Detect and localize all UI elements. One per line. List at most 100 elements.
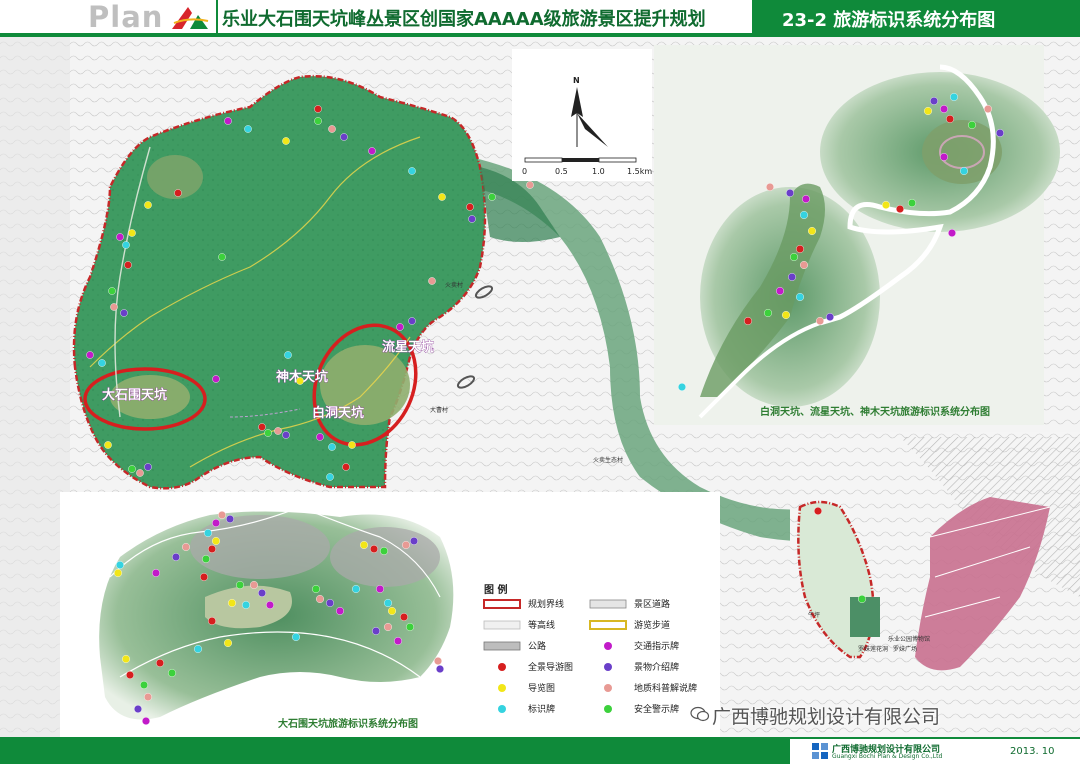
- legend-symbol-road: [589, 599, 627, 609]
- sign-dot: [282, 137, 290, 145]
- legend-label: 景物介绍牌: [634, 661, 679, 673]
- sign-dot: [241, 601, 250, 610]
- sign-dot: [408, 317, 416, 325]
- sign-dot: [776, 286, 785, 295]
- sign-dot: [136, 469, 144, 477]
- legend-label: 全景导游图: [528, 661, 573, 673]
- sign-dot: [296, 377, 304, 385]
- legend-label: 等高线: [528, 619, 555, 631]
- legend-label: 规划界线: [528, 598, 564, 610]
- sign-dot: [151, 569, 160, 578]
- svg-text:乐业公园博物馆: 乐业公园博物馆: [888, 635, 930, 643]
- svg-text:罗妹莲花洞: 罗妹莲花洞: [858, 645, 888, 653]
- sign-dot: [434, 657, 443, 666]
- caption-bottom-left: 大石围天坑旅游标识系统分布图: [278, 717, 418, 730]
- sign-dot: [678, 383, 687, 392]
- map-area: 大石围天坑 神木天坑 流星天坑 白洞天坑 火卖生态村 火卖村 大曹村 N 0 0…: [0, 37, 1080, 737]
- sign-dot: [110, 303, 118, 311]
- sign-dot: [203, 529, 212, 538]
- footer-left: [0, 741, 790, 764]
- sign-dot: [340, 133, 348, 141]
- sign-dot: [121, 655, 130, 664]
- label-village-1: 火卖生态村: [593, 456, 623, 464]
- sign-dot: [790, 252, 799, 261]
- sign-dot: [396, 323, 404, 331]
- sign-dot: [814, 507, 823, 516]
- company-logo-icon: [172, 7, 209, 29]
- page-title: 乐业大石围天坑峰丛景区创国家AAAAA级旅游景区提升规划: [222, 9, 706, 30]
- sign-dot: [314, 117, 322, 125]
- sign-dot: [766, 182, 775, 191]
- sign-dot: [960, 166, 969, 175]
- sign-dot: [940, 104, 949, 113]
- sign-dot: [896, 204, 905, 213]
- sign-dot: [788, 272, 797, 281]
- sign-dot: [406, 623, 415, 632]
- sign-dot: [128, 465, 136, 473]
- legend-label: 安全警示牌: [634, 703, 679, 715]
- sign-dot: [800, 260, 809, 269]
- sign-dot: [312, 585, 321, 594]
- sign-dot: [217, 511, 226, 520]
- sign-dot: [258, 423, 266, 431]
- sign-dot: [328, 125, 336, 133]
- sign-dot: [940, 152, 949, 161]
- sign-dot: [438, 193, 446, 201]
- sign-dot: [948, 228, 957, 237]
- sign-dot: [796, 293, 805, 302]
- sign-dot: [218, 253, 226, 261]
- legend-label: 地质科普解说牌: [634, 682, 697, 694]
- sign-dot: [816, 317, 825, 326]
- sign-dot: [342, 463, 350, 471]
- legend-symbol-dot: [498, 684, 506, 692]
- map-canvas: 大石围天坑 神木天坑 流星天坑 白洞天坑 火卖生态村 火卖村 大曹村 N 0 0…: [0, 37, 1080, 737]
- sign-dot: [858, 595, 867, 604]
- footer-logo-icon: [812, 743, 828, 759]
- legend-label: 标识牌: [528, 703, 555, 715]
- sign-dot: [225, 515, 234, 524]
- sign-dot: [124, 261, 132, 269]
- label-village-3: 大曹村: [430, 406, 448, 414]
- legend-symbol-dot: [498, 705, 506, 713]
- sign-dot: [408, 167, 416, 175]
- sign-dot: [116, 233, 124, 241]
- legend-label: 交通指示牌: [634, 640, 679, 652]
- legend-title: 图 例: [484, 583, 507, 596]
- sign-dot: [314, 105, 322, 113]
- sign-dot: [488, 193, 496, 201]
- sign-dot: [316, 433, 324, 441]
- sign-dot: [144, 201, 152, 209]
- sign-dot: [326, 599, 335, 608]
- sign-dot: [115, 561, 124, 570]
- sign-dot: [125, 671, 134, 680]
- sign-dot: [274, 427, 282, 435]
- sign-dot: [468, 215, 476, 223]
- sign-dot: [968, 120, 977, 129]
- sign-dot: [802, 194, 811, 203]
- sign-dot: [143, 693, 152, 702]
- sign-dot: [370, 545, 379, 554]
- svg-text:N: N: [573, 76, 580, 85]
- sign-dot: [436, 665, 445, 674]
- sign-dot: [930, 97, 939, 106]
- legend-symbol-dot: [498, 663, 506, 671]
- sign-dot: [316, 595, 325, 604]
- label-liuxing: 流星天坑: [382, 339, 434, 355]
- legend-label: 景区道路: [634, 598, 670, 610]
- sign-dot: [122, 241, 130, 249]
- sign-dot: [212, 375, 220, 383]
- legend-label: 公路: [528, 640, 546, 652]
- sign-dot: [223, 639, 232, 648]
- inset-dashiwei: 大石围天坑旅游标识系统分布图: [60, 492, 720, 737]
- sign-dot: [201, 555, 210, 564]
- sheet-title: 23-2 旅游标识系统分布图: [782, 10, 996, 31]
- sign-dot: [786, 188, 795, 197]
- caption-top-right: 白洞天坑、流星天坑、神木天坑旅游标识系统分布图: [760, 405, 990, 418]
- sign-dot: [86, 351, 94, 359]
- sign-dot: [908, 198, 917, 207]
- sign-dot: [139, 681, 148, 690]
- sign-dot: [388, 607, 397, 616]
- inset-baidong-liuxing-shenmu: 白洞天坑、流星天坑、神木天坑旅游标识系统分布图: [654, 45, 1060, 425]
- sign-dot: [207, 545, 216, 554]
- scale-tick-1: 0.5: [555, 167, 568, 176]
